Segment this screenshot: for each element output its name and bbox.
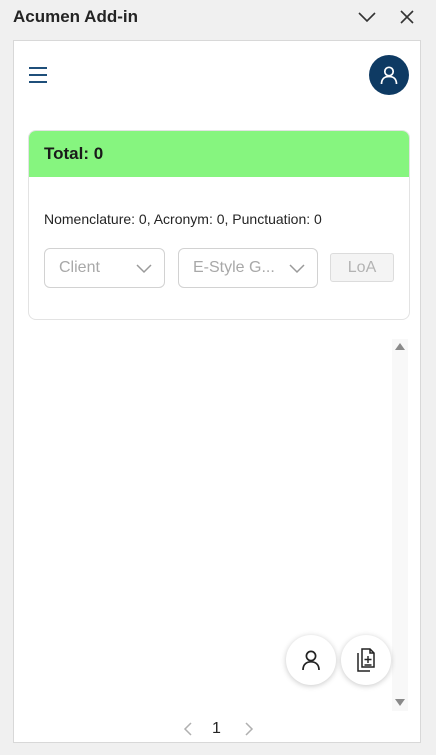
- document-add-icon: [357, 648, 375, 672]
- chevron-down-icon: [289, 264, 305, 274]
- scrollbar-track[interactable]: [392, 339, 408, 711]
- loa-button[interactable]: LoA: [330, 253, 394, 282]
- issue-counts: Nomenclature: 0, Acronym: 0, Punctuation…: [44, 211, 322, 227]
- total-header: Total: 0: [29, 131, 409, 177]
- style-guide-dropdown[interactable]: E-Style G...: [178, 248, 318, 288]
- scroll-up-arrow-icon[interactable]: [394, 341, 406, 351]
- total-label: Total: 0: [44, 144, 104, 163]
- style-guide-placeholder: E-Style G...: [193, 259, 275, 276]
- chevron-left-icon[interactable]: [182, 722, 194, 736]
- title-bar: Acumen Add-in: [0, 0, 436, 34]
- chevron-down-icon: [136, 264, 152, 274]
- menu-button[interactable]: [28, 66, 48, 84]
- client-placeholder: Client: [59, 259, 100, 276]
- hamburger-menu-icon: [29, 67, 47, 83]
- close-button[interactable]: [395, 6, 419, 28]
- scroll-down-arrow-icon[interactable]: [394, 698, 406, 708]
- chevron-down-icon: [358, 12, 376, 23]
- chevron-right-icon[interactable]: [243, 722, 255, 736]
- user-icon: [380, 66, 398, 85]
- profile-button[interactable]: [369, 55, 409, 95]
- summary-card: Total: 0 Nomenclature: 0, Acronym: 0, Pu…: [28, 130, 410, 320]
- pagination: 1: [14, 717, 422, 741]
- close-icon: [400, 10, 414, 24]
- user-fab-button[interactable]: [286, 635, 336, 685]
- document-fab-button[interactable]: [341, 635, 391, 685]
- current-page-number[interactable]: 1: [212, 720, 221, 738]
- window-title: Acumen Add-in: [13, 7, 138, 26]
- addin-panel: Total: 0 Nomenclature: 0, Acronym: 0, Pu…: [13, 40, 421, 743]
- collapse-button[interactable]: [355, 6, 379, 28]
- user-icon: [302, 650, 320, 671]
- client-dropdown[interactable]: Client: [44, 248, 165, 288]
